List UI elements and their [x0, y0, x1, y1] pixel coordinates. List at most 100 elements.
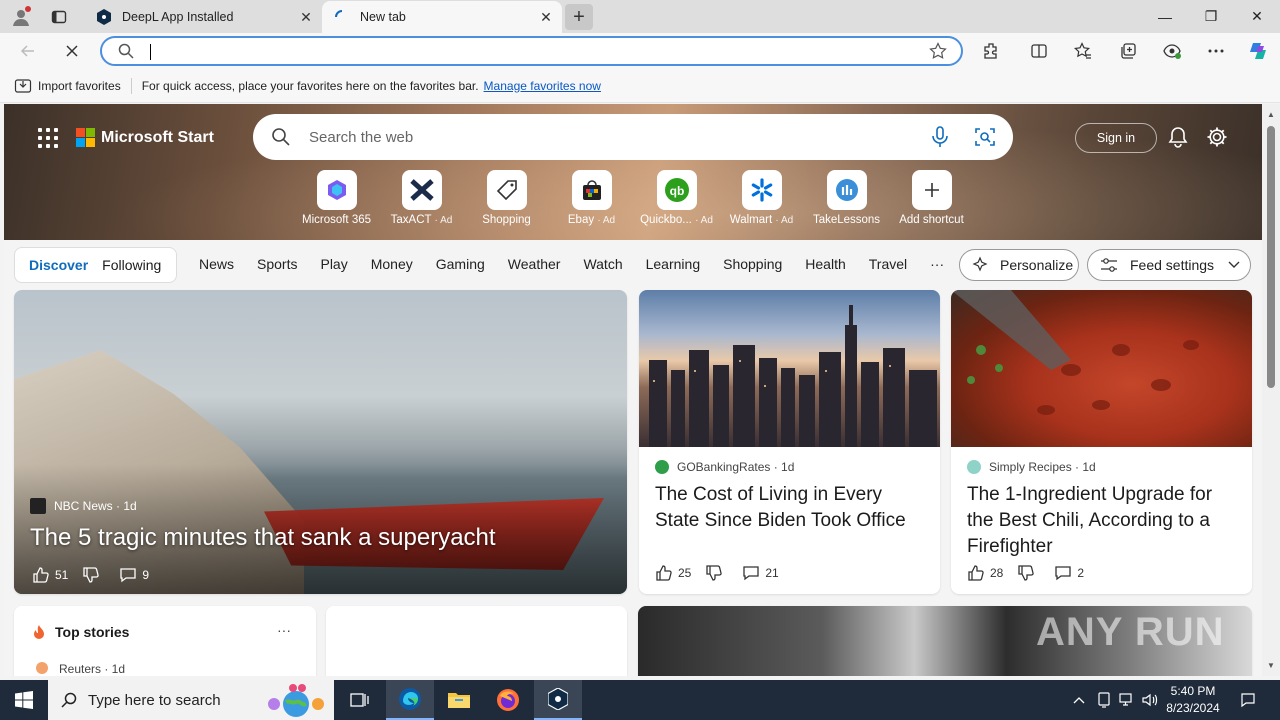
tab-new-tab[interactable]: New tab ✕ — [322, 1, 562, 33]
scroll-down-arrow-icon[interactable]: ▼ — [1267, 661, 1275, 670]
back-button[interactable] — [14, 37, 42, 65]
search-highlight-globe-icon — [268, 684, 324, 717]
shopping-tag-icon — [486, 170, 527, 210]
article-reactions: 28 2 — [967, 564, 1098, 582]
featured-article-card[interactable]: NBC News · 1d The 5 tragic minutes that … — [14, 290, 627, 594]
app-launcher-icon[interactable] — [38, 128, 58, 148]
new-tab-page: Microsoft Start Search the web Sign in M… — [4, 104, 1262, 676]
taskbar-firefox[interactable] — [484, 680, 532, 720]
notifications-bell-icon[interactable] — [1166, 125, 1190, 149]
microsoft-365-icon — [316, 170, 357, 210]
minimize-button[interactable]: — — [1142, 0, 1188, 33]
like-button[interactable]: 28 — [967, 564, 1003, 582]
shortcut-microsoft-365[interactable]: Microsoft 365 — [294, 170, 379, 226]
manage-favorites-link[interactable]: Manage favorites now — [484, 79, 601, 93]
notification-center-icon[interactable] — [1236, 680, 1260, 720]
browser-essentials-icon[interactable] — [1159, 38, 1185, 64]
settings-gear-icon[interactable] — [1205, 125, 1229, 149]
taskbar-edge[interactable] — [386, 680, 434, 720]
shortcut-taxact[interactable]: TaxACT · Ad — [379, 170, 464, 226]
tab-actions-icon[interactable] — [48, 6, 70, 28]
close-tab-icon[interactable]: ✕ — [538, 9, 554, 25]
nav-play[interactable]: Play — [320, 256, 347, 272]
article-title[interactable]: The Cost of Living in Every State Since … — [655, 482, 926, 534]
dislike-button[interactable] — [705, 564, 728, 582]
svg-text:qb: qb — [669, 184, 684, 198]
tab-deepl[interactable]: DeepL App Installed ✕ — [84, 1, 322, 33]
network-icon[interactable] — [1116, 680, 1138, 720]
nav-health[interactable]: Health — [805, 256, 845, 272]
article-title[interactable]: The 1-Ingredient Upgrade for the Best Ch… — [967, 482, 1238, 560]
loading-icon — [334, 9, 350, 25]
article-card-cost-of-living[interactable]: GOBankingRates · 1d The Cost of Living i… — [639, 290, 940, 594]
nav-news[interactable]: News — [199, 256, 234, 272]
shortcut-ebay[interactable]: Ebay · Ad — [549, 170, 634, 226]
restore-button[interactable]: ❐ — [1188, 0, 1234, 33]
nav-shopping[interactable]: Shopping — [723, 256, 782, 272]
more-menu-icon[interactable] — [1203, 38, 1229, 64]
close-window-button[interactable]: ✕ — [1234, 0, 1280, 33]
nav-more[interactable]: ··· — [930, 256, 944, 272]
taskbar-clock[interactable]: 5:40 PM 8/23/2024 — [1158, 683, 1228, 717]
shortcut-add[interactable]: Add shortcut — [889, 170, 974, 226]
feed-settings-button[interactable]: Feed settings — [1087, 249, 1251, 281]
taskbar-file-explorer[interactable] — [435, 680, 483, 720]
shortcut-quickbooks[interactable]: qb Quickbo... · Ad — [634, 170, 719, 226]
top-stories-more-button[interactable]: ··· — [277, 622, 291, 638]
import-favorites-button[interactable]: Import favorites — [14, 78, 121, 94]
task-view-button[interactable] — [336, 680, 384, 720]
device-icon[interactable] — [1093, 680, 1115, 720]
new-tab-button[interactable]: + — [565, 4, 593, 30]
web-search-box[interactable]: Search the web — [253, 114, 1013, 160]
extensions-icon[interactable] — [978, 38, 1004, 64]
dislike-button[interactable] — [1017, 564, 1040, 582]
comments-button[interactable]: 9 — [119, 567, 149, 583]
shortcut-shopping[interactable]: Shopping — [464, 170, 549, 226]
visual-search-icon[interactable] — [974, 126, 996, 151]
microsoft-logo-icon — [76, 128, 95, 147]
nav-learning[interactable]: Learning — [646, 256, 701, 272]
collections-icon[interactable] — [1115, 38, 1141, 64]
nav-money[interactable]: Money — [371, 256, 413, 272]
thumbs-down-icon — [706, 565, 723, 581]
favorites-icon[interactable] — [1070, 38, 1096, 64]
nav-travel[interactable]: Travel — [869, 256, 907, 272]
close-tab-icon[interactable]: ✕ — [298, 9, 314, 25]
microphone-icon[interactable] — [931, 126, 949, 151]
nav-weather[interactable]: Weather — [508, 256, 561, 272]
like-button[interactable]: 25 — [655, 564, 691, 582]
profile-icon[interactable] — [8, 4, 34, 30]
shortcut-walmart[interactable]: Walmart · Ad — [719, 170, 804, 226]
show-hidden-icons-chevron-up-icon[interactable] — [1068, 680, 1090, 720]
start-button[interactable] — [0, 680, 48, 720]
comments-button[interactable]: 21 — [742, 565, 779, 581]
scrollbar-thumb[interactable] — [1267, 126, 1275, 388]
taskbar-search-box[interactable]: Type here to search — [48, 680, 334, 720]
gobankingrates-logo-icon — [655, 460, 669, 474]
walmart-spark-icon — [741, 170, 782, 210]
page-scrollbar[interactable]: ▲ ▼ — [1262, 104, 1280, 676]
nav-watch[interactable]: Watch — [583, 256, 622, 272]
tab-following[interactable]: Following — [102, 257, 161, 273]
split-screen-icon[interactable] — [1026, 38, 1052, 64]
comments-button[interactable]: 2 — [1054, 565, 1084, 581]
personalize-button[interactable]: Personalize — [959, 249, 1079, 281]
shortcut-takelessons[interactable]: TakeLessons — [804, 170, 889, 226]
nav-gaming[interactable]: Gaming — [436, 256, 485, 272]
stop-loading-button[interactable] — [58, 37, 86, 65]
sign-in-button[interactable]: Sign in — [1075, 123, 1157, 153]
address-bar[interactable] — [100, 36, 963, 66]
taskbar-deepl[interactable] — [534, 680, 582, 720]
scroll-up-arrow-icon[interactable]: ▲ — [1267, 110, 1275, 119]
favorite-star-icon[interactable] — [929, 42, 947, 63]
dislike-button[interactable] — [82, 566, 105, 584]
nav-sports[interactable]: Sports — [257, 256, 297, 272]
task-view-icon — [350, 693, 369, 707]
text-cursor — [150, 44, 151, 60]
microsoft-start-logo[interactable]: Microsoft Start — [76, 128, 214, 147]
like-button[interactable]: 51 — [32, 566, 68, 584]
article-headline[interactable]: The 5 tragic minutes that sank a superya… — [30, 524, 496, 552]
tab-discover[interactable]: Discover — [29, 257, 88, 273]
copilot-icon[interactable] — [1245, 38, 1271, 64]
article-card-chili[interactable]: Simply Recipes · 1d The 1-Ingredient Upg… — [951, 290, 1252, 594]
